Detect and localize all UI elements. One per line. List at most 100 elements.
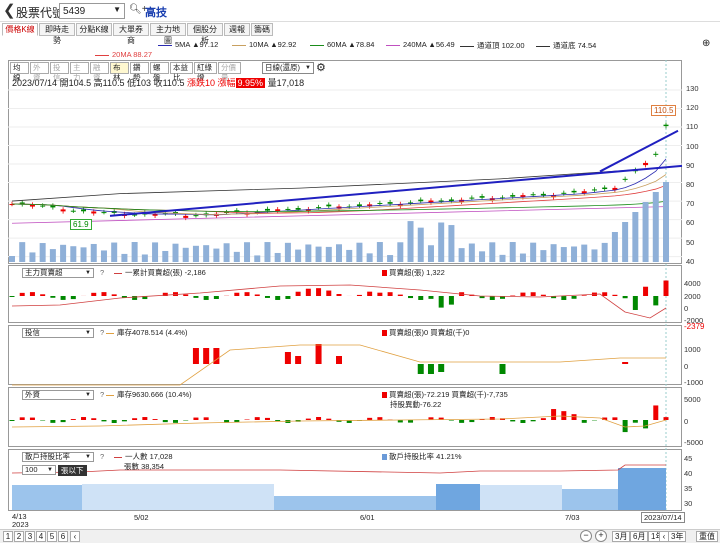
volume-bar (111, 242, 118, 262)
volume-bar (192, 245, 199, 262)
panel1-axis-tick: 4000 (684, 279, 701, 288)
holders-size-select[interactable]: 100 ▼ (22, 465, 56, 475)
volume-bar (356, 242, 363, 262)
price-axis-tick: 80 (686, 180, 695, 189)
price-axis-tick: 100 (686, 141, 699, 151)
help-icon[interactable]: ? (100, 452, 104, 461)
volume-bar (203, 245, 210, 262)
panel1-bar (264, 296, 270, 298)
panel3-bar (551, 409, 557, 420)
panel1-select[interactable]: 主力買賣超 ▼ (22, 268, 94, 278)
panel1-bar (520, 292, 526, 296)
panel1-bar (213, 296, 219, 300)
volume-bar (254, 255, 261, 262)
x-axis-label: 5/02 (134, 513, 149, 522)
panel1-bar (632, 296, 638, 310)
volume-bar (550, 244, 557, 262)
panel1-bar (428, 296, 434, 299)
volume-bar (295, 249, 302, 262)
panel3-bar (510, 420, 516, 422)
panel3-bar (367, 417, 373, 420)
volume-bar (560, 247, 567, 262)
panel1-bar (336, 294, 342, 296)
volume-bar (519, 253, 526, 262)
page-button-4[interactable]: 4 (36, 531, 46, 542)
panel3-bar (19, 417, 25, 420)
volume-bar (49, 249, 56, 262)
candle-body (653, 153, 659, 155)
panel2-bar (336, 356, 342, 364)
volume-bar (458, 248, 465, 262)
volume-bar (182, 247, 189, 262)
help-icon[interactable]: ? (100, 390, 104, 399)
candle-body (622, 178, 628, 180)
page-button-5[interactable]: 5 (47, 531, 57, 542)
panel1-bar (29, 292, 35, 296)
panel2-select[interactable]: 投信 ▼ (22, 328, 94, 338)
panel4-select[interactable]: 散戶持股比率 ▼ (22, 452, 94, 462)
help-icon[interactable]: ? (100, 328, 104, 337)
panel1-bar (622, 296, 628, 299)
page-button-1[interactable]: 1 (3, 531, 13, 542)
panel1-bar (91, 292, 97, 296)
panel1-bar (561, 296, 567, 300)
chart-canvas (8, 60, 683, 511)
volume-bar (305, 244, 312, 262)
panel2-axis-tick: 0 (684, 362, 689, 371)
price-axis-tick: 110 (686, 122, 698, 132)
volume-bar (162, 250, 169, 262)
prev-arrow-icon[interactable]: ‹ (70, 531, 80, 542)
holders-area (436, 484, 480, 510)
panel2-bar (295, 356, 302, 364)
cursor-date: 2023/07/14 (641, 512, 685, 523)
price-axis-tick: 90 (686, 160, 695, 170)
panel3-select[interactable]: 外資 ▼ (22, 390, 94, 400)
volume-bar (223, 243, 230, 262)
panel2-bar (427, 364, 434, 374)
panel3-bar (408, 420, 414, 423)
price-axis-tick: 50 (686, 237, 695, 247)
zoom-out-icon[interactable]: − (580, 530, 592, 542)
volume-bar (90, 243, 97, 262)
panel1-bar-label: 買賣超(張) 1,322 (382, 267, 445, 278)
page-button-6[interactable]: 6 (58, 531, 68, 542)
low-price-label: 61.9 (70, 219, 92, 230)
panel1-bar (530, 292, 536, 296)
trust-extra-value: -2379 (684, 322, 705, 331)
range-button-2[interactable]: 6月 (630, 531, 649, 542)
volume-bar (141, 254, 148, 262)
candle-body (264, 208, 270, 211)
volume-bar (60, 244, 67, 262)
panel3-bar (612, 417, 618, 420)
volume-bar (100, 250, 107, 262)
panel1-bar (40, 294, 46, 296)
volume-bar (366, 253, 373, 262)
volume-bar (274, 252, 281, 262)
panel3-bar (653, 405, 659, 420)
panel2-bar (622, 362, 629, 364)
candle-body (591, 189, 597, 191)
range-button-4[interactable]: 3年 (668, 531, 687, 542)
range-arrow-icon[interactable]: ‹ (659, 531, 669, 542)
zoom-in-icon[interactable]: + (595, 530, 607, 542)
page-button-3[interactable]: 3 (25, 531, 35, 542)
volume-bar (622, 222, 629, 262)
range-button-1[interactable]: 3月 (612, 531, 631, 542)
range-button-5[interactable]: 重值 (696, 531, 718, 542)
candle-body (643, 162, 649, 166)
volume-bar (172, 243, 179, 262)
panel1-bar (183, 294, 189, 296)
volume-bar (29, 252, 36, 262)
panel1-bar (60, 296, 66, 300)
price-axis-tick: 40 (686, 256, 695, 266)
volume-bar (70, 246, 77, 262)
panel1-bar (326, 290, 332, 296)
candle-body (510, 195, 516, 197)
x-axis-label: 7/03 (565, 513, 580, 522)
holders-area (12, 485, 82, 510)
help-icon[interactable]: ? (100, 268, 104, 277)
page-button-2[interactable]: 2 (14, 531, 24, 542)
panel2-bar-label: 買賣超(張)0 買賣超(千)0 (382, 327, 469, 338)
panel3-bar (60, 420, 66, 423)
volume-bar (448, 225, 455, 262)
